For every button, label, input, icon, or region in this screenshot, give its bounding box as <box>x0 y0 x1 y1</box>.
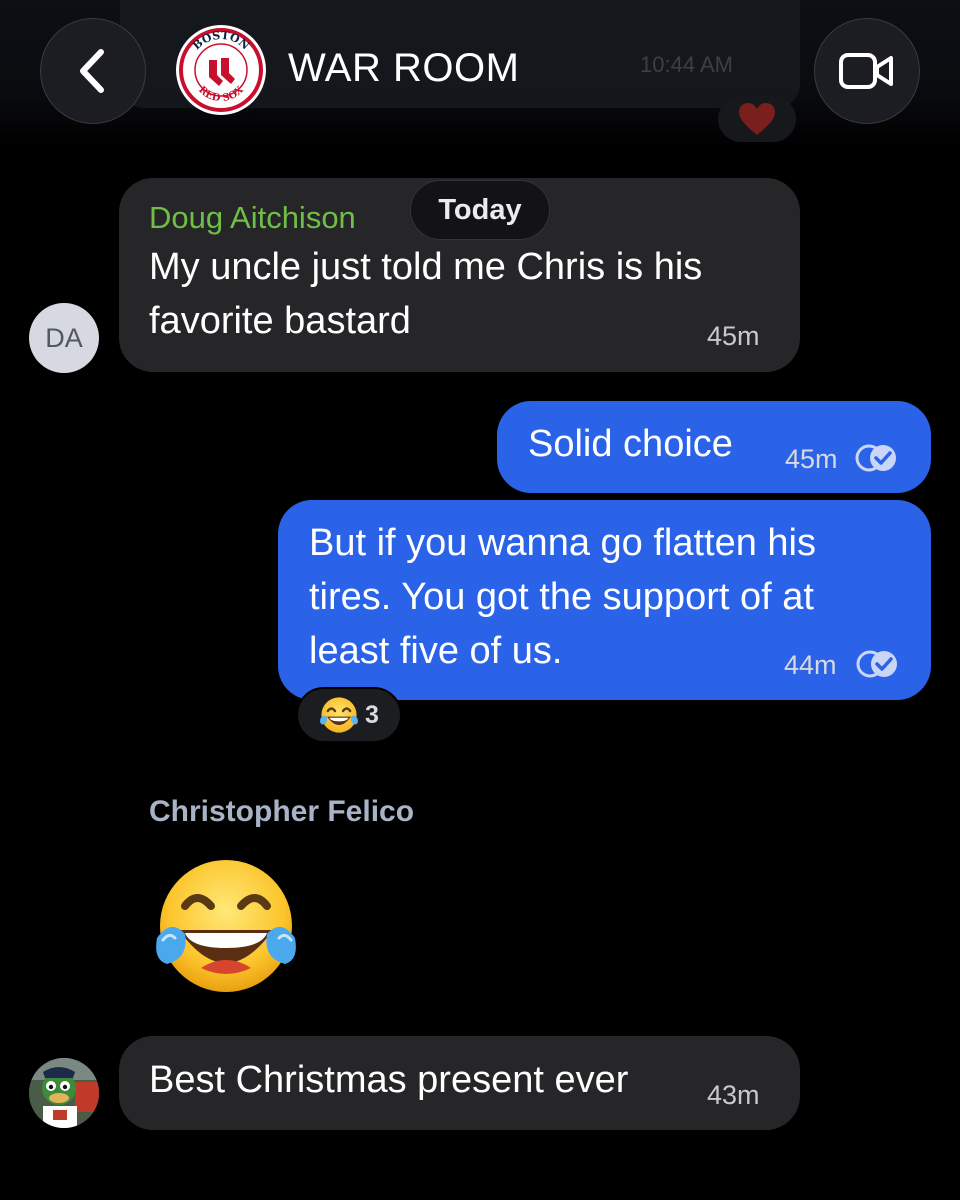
tears-of-joy-emoji-icon <box>156 860 296 992</box>
previous-reaction-heart <box>718 96 796 142</box>
group-title[interactable]: WAR ROOM <box>288 46 519 91</box>
video-call-button[interactable] <box>814 18 920 124</box>
message-bubble-outgoing[interactable]: But if you wanna go flatten his tires. Y… <box>278 500 931 700</box>
message-line: Best Christmas present ever <box>149 1059 629 1101</box>
sender-name: Christopher Felico <box>149 795 415 828</box>
video-camera-icon <box>839 53 893 89</box>
previous-message-time: 10:44 AM <box>640 52 733 77</box>
read-check-icon <box>856 650 897 678</box>
reaction-badge[interactable]: 3 <box>296 687 402 743</box>
back-button[interactable] <box>40 18 146 124</box>
message-line: tires. You got the support of at <box>309 576 814 618</box>
mascot-photo <box>29 1058 99 1128</box>
reaction-count: 3 <box>365 700 379 729</box>
message-line: least five of us. <box>309 630 563 672</box>
group-avatar[interactable]: BOSTON RED SOX <box>176 25 266 115</box>
heart-icon <box>739 103 775 135</box>
chevron-left-icon <box>80 49 104 93</box>
emoji-message[interactable] <box>151 856 301 996</box>
message-line: But if you wanna go flatten his <box>309 522 816 564</box>
message-bubble-incoming[interactable]: Best Christmas present ever 43m <box>119 1036 800 1130</box>
message-time: 45m <box>785 444 838 474</box>
message-time: 43m <box>707 1080 760 1110</box>
message-line: Solid choice <box>528 423 733 465</box>
sender-name: Doug Aitchison <box>149 200 356 235</box>
message-time: 44m <box>784 650 837 680</box>
read-check-icon <box>855 444 896 472</box>
avatar[interactable] <box>29 1058 99 1128</box>
message-line: favorite bastard <box>149 300 411 342</box>
date-separator: Today <box>410 180 550 240</box>
message-line: My uncle just told me Chris is his <box>149 246 703 288</box>
message-bubble-outgoing[interactable]: Solid choice 45m <box>497 401 931 493</box>
avatar[interactable]: DA <box>29 303 99 373</box>
red-sox-logo: BOSTON RED SOX <box>178 27 264 113</box>
message-time: 45m <box>707 321 760 351</box>
tears-of-joy-emoji-icon <box>320 697 358 733</box>
